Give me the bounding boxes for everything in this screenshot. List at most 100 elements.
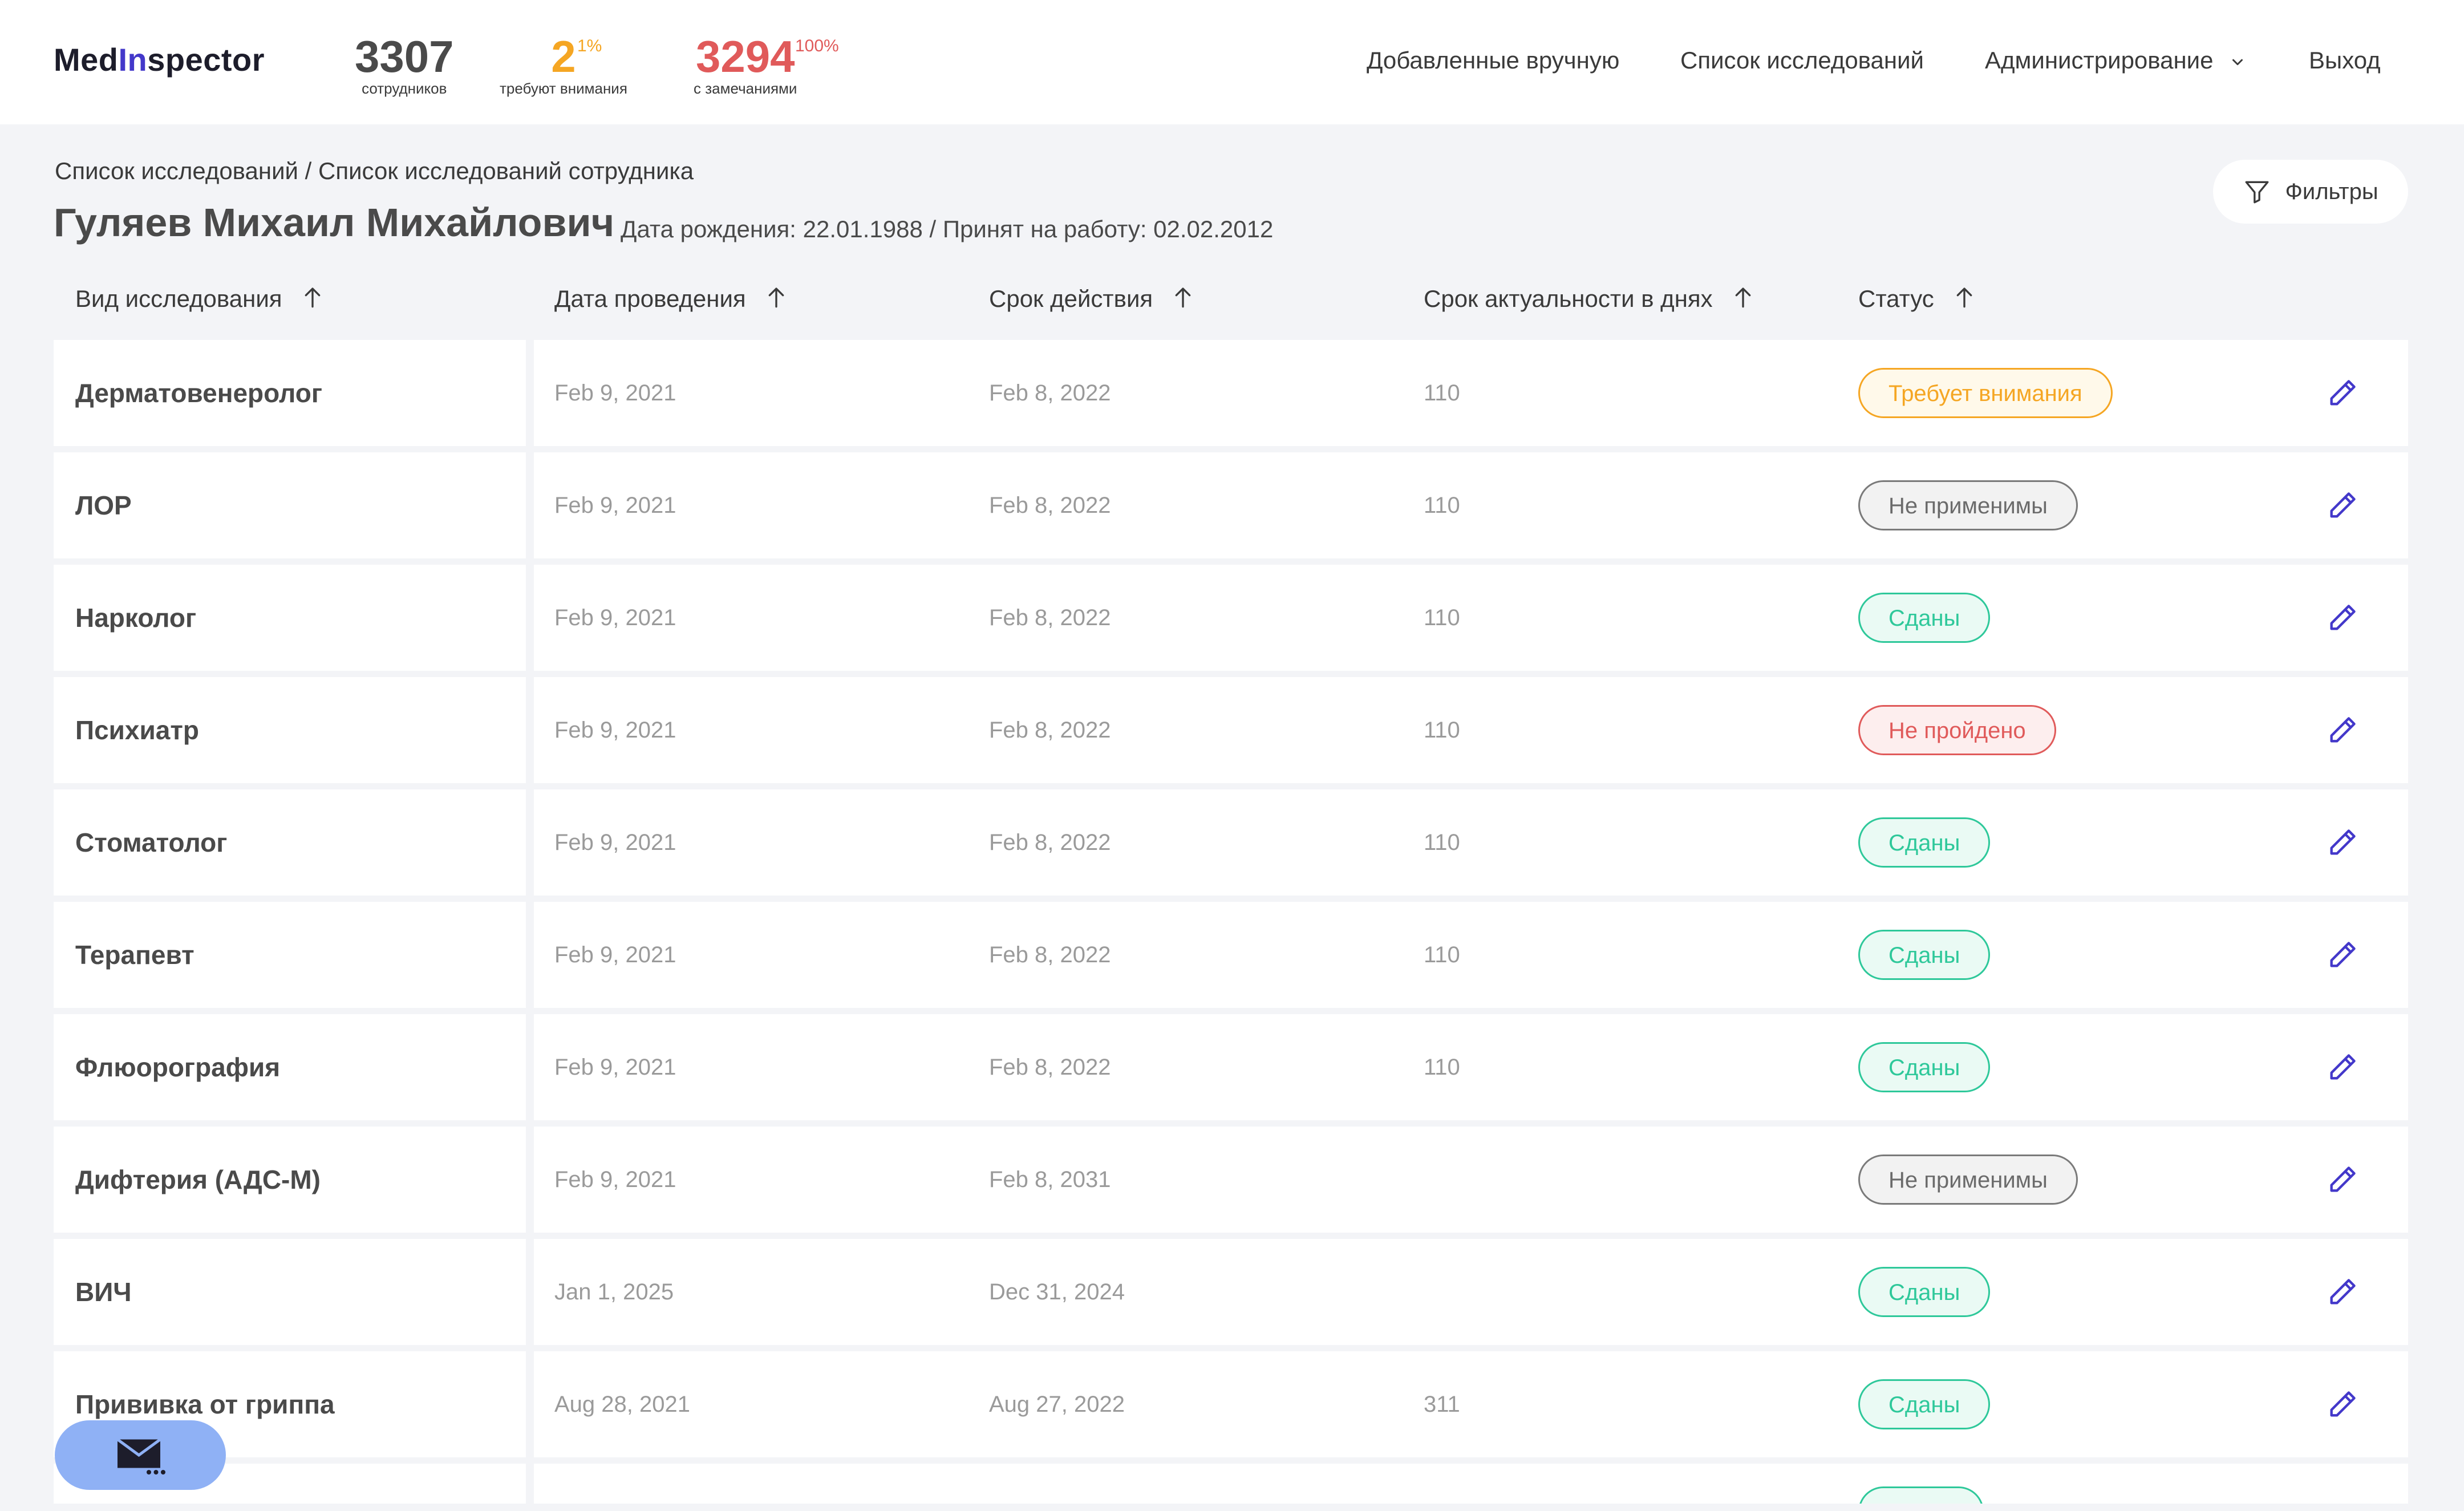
logo-accent: In [118,42,148,78]
status-badge [1858,1486,1984,1504]
column-header-days[interactable]: Срок актуальности в днях [1424,285,1753,313]
cell-status: Сданы [1858,1351,1991,1457]
cell-study-type: Терапевт [75,940,194,970]
messages-button[interactable] [55,1420,226,1490]
cell-status: Не применимы [1858,452,2078,558]
cell-date: Feb 9, 2021 [554,605,676,630]
status-badge: Сданы [1858,593,1991,643]
cell-days: 110 [1424,942,1460,967]
row-divider [526,1239,534,1345]
nav-admin[interactable]: Администрирование [1985,47,2246,74]
edit-button[interactable] [2326,565,2359,671]
status-badge: Сданы [1858,1267,1991,1317]
pencil-icon [2330,605,2356,630]
studies-table: Дерматовенеролог Feb 9, 2021 Feb 8, 2022… [54,340,2408,1510]
cell-study-type: Стоматолог [75,828,228,857]
pencil-icon [2330,1054,2356,1080]
arrow-up-icon [1735,287,1750,308]
row-divider [526,452,534,558]
pencil-icon [2330,1391,2356,1417]
column-header-type[interactable]: Вид исследования [75,285,322,313]
column-header-date[interactable]: Дата проведения [554,285,786,313]
table-row[interactable]: Дифтерия (АДС-М) Feb 9, 2021 Feb 8, 2031… [54,1127,2408,1233]
edit-button[interactable] [2326,1127,2359,1233]
table-row[interactable]: Флюорография Feb 9, 2021 Feb 8, 2022 110… [54,1014,2408,1120]
status-badge: Сданы [1858,1379,1991,1429]
employee-name: Гуляев Михаил Михайлович [54,200,615,245]
edit-button[interactable] [2326,677,2359,783]
cell-expiry: Feb 8, 2022 [989,492,1111,518]
stat-remarks-percent: 100% [795,37,839,55]
stat-employees-label: сотрудников [362,80,447,97]
cell-expiry: Feb 8, 2022 [989,605,1111,630]
arrow-up-icon [1175,287,1191,308]
table-row[interactable]: Дерматовенеролог Feb 9, 2021 Feb 8, 2022… [54,340,2408,446]
row-divider [526,340,534,446]
cell-status: Сданы [1858,1014,1991,1120]
app-logo[interactable]: MedInspector [54,41,265,78]
column-header-status-label: Статус [1858,285,1934,312]
cell-status: Требует внимания [1858,340,2113,446]
cell-study-type: ЛОР [75,491,132,520]
cell-expiry: Dec 31, 2024 [989,1279,1125,1305]
column-header-status[interactable]: Статус [1858,285,1974,313]
cell-study-type: Нарколог [75,603,197,633]
edit-button[interactable] [2326,902,2359,1008]
column-header-expiry-label: Срок действия [989,285,1153,312]
stat-attention[interactable]: 2 1% требуют внимания [500,34,627,98]
stat-attention-percent: 1% [577,37,602,55]
arrow-up-icon [305,287,320,308]
column-header-expiry[interactable]: Срок действия [989,285,1193,313]
edit-button[interactable] [2326,789,2359,896]
row-divider [526,1464,534,1504]
row-divider [526,677,534,783]
table-row[interactable] [54,1464,2408,1504]
pencil-icon [2330,717,2356,743]
stat-remarks[interactable]: 3294 100% с замечаниями [694,34,839,98]
table-row[interactable]: Психиатр Feb 9, 2021 Feb 8, 2022 110 Не … [54,677,2408,783]
cell-date: Jan 1, 2025 [554,1279,674,1305]
edit-button[interactable] [2326,340,2359,446]
column-header-type-label: Вид исследования [75,285,282,312]
table-row[interactable]: Прививка от гриппа Aug 28, 2021 Aug 27, … [54,1351,2408,1457]
cell-days: 110 [1424,605,1460,630]
status-badge: Не пройдено [1858,705,2056,755]
nav-logout[interactable]: Выход [2309,47,2381,74]
column-header-days-label: Срок актуальности в днях [1424,285,1713,312]
table-row[interactable]: ВИЧ Jan 1, 2025 Dec 31, 2024 Сданы [54,1239,2408,1345]
employee-info: Дата рождения: 22.01.1988 / Принят на ра… [621,216,1274,242]
cell-status: Сданы [1858,902,1991,1008]
stat-employees-value: 3307 [355,31,454,82]
pencil-icon [2330,492,2356,518]
nav-manual[interactable]: Добавленные вручную [1367,47,1619,74]
top-header: MedInspector 3307 сотрудников 2 1% требу… [0,0,2464,124]
status-badge: Требует внимания [1858,368,2113,418]
table-row[interactable]: ЛОР Feb 9, 2021 Feb 8, 2022 110 Не приме… [54,452,2408,558]
table-row[interactable]: Терапевт Feb 9, 2021 Feb 8, 2022 110 Сда… [54,902,2408,1008]
row-divider [526,1351,534,1457]
stat-employees[interactable]: 3307 сотрудников [355,34,454,98]
cell-days: 110 [1424,717,1460,743]
row-divider [526,1127,534,1233]
cell-expiry: Aug 27, 2022 [989,1391,1125,1417]
edit-button[interactable] [2326,1014,2359,1120]
cell-status: Не пройдено [1858,677,2056,783]
cell-date: Feb 9, 2021 [554,829,676,855]
filters-label: Фильтры [2285,179,2378,204]
stat-remarks-label: с замечаниями [694,80,797,97]
cell-expiry: Feb 8, 2022 [989,942,1111,967]
cell-status [1858,1486,1984,1504]
edit-button[interactable] [2326,1239,2359,1345]
filters-button[interactable]: Фильтры [2213,160,2408,224]
mail-icon [116,1438,165,1474]
edit-button[interactable] [2326,1351,2359,1457]
breadcrumb[interactable]: Список исследований / Список исследовани… [55,157,694,185]
cell-date: Aug 28, 2021 [554,1391,690,1417]
table-row[interactable]: Нарколог Feb 9, 2021 Feb 8, 2022 110 Сда… [54,565,2408,671]
edit-button[interactable] [2326,452,2359,558]
cell-days: 110 [1424,492,1460,518]
nav-studies[interactable]: Список исследований [1680,47,1924,74]
arrow-up-icon [1956,287,1972,308]
cell-study-type: Флюорография [75,1052,281,1082]
table-row[interactable]: Стоматолог Feb 9, 2021 Feb 8, 2022 110 С… [54,789,2408,896]
